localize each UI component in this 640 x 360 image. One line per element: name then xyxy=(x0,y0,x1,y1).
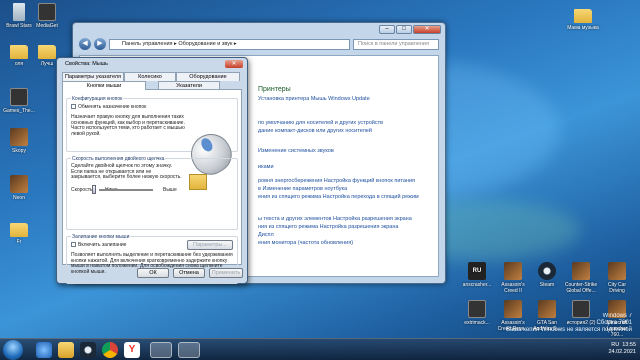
clicklock-checkbox[interactable]: Включить залипание xyxy=(71,242,126,248)
dialog-close-button[interactable]: ✕ xyxy=(225,60,243,68)
taskbar-yandex-icon[interactable]: Y xyxy=(124,342,140,358)
desktop-icon-counter-strike[interactable]: Counter-Strike Global Offe... xyxy=(564,262,598,294)
taskbar-mouse-icon[interactable] xyxy=(178,342,200,358)
link-row[interactable]: ы текста и других элементов Настройка ра… xyxy=(258,216,412,222)
dialog-title: Свойства: Мышь xyxy=(65,61,109,67)
game-icon xyxy=(572,262,590,280)
game-icon xyxy=(10,88,28,106)
link-row[interactable]: по умолчанию для носителей и других устр… xyxy=(258,120,383,126)
link-row[interactable]: иками xyxy=(258,164,274,170)
recycle-bin-icon xyxy=(13,3,25,21)
watermark-line: Windows 7 xyxy=(602,313,632,319)
folder-icon xyxy=(38,45,56,59)
maximize-button[interactable]: □ xyxy=(396,25,412,34)
date: 24.02.2021 xyxy=(608,349,636,355)
desktop-icon-games[interactable]: Games_The... xyxy=(2,88,36,114)
section-heading-printers[interactable]: Принтеры xyxy=(258,86,291,93)
swap-description: Назначает правую кнопку для выполнения т… xyxy=(71,114,185,137)
desktop-icon-skopy[interactable]: Skopy xyxy=(2,128,36,154)
desktop-icon-anscrasher[interactable]: RU anscrasher... xyxy=(460,262,494,288)
ok-button[interactable]: ОК xyxy=(137,268,169,278)
desktop-icon-mediaget[interactable]: MediaGet xyxy=(30,3,64,29)
folder-icon xyxy=(10,45,28,59)
folder-icon xyxy=(574,9,592,23)
clicklock-settings-button[interactable]: Параметры... xyxy=(187,240,233,250)
apply-button[interactable]: Применить xyxy=(209,268,243,278)
link-row[interactable]: ния из спящего режима Настройка разрешен… xyxy=(258,224,398,230)
forward-button[interactable]: ▶ xyxy=(94,38,106,50)
mouse-properties-dialog[interactable]: Свойства: Мышь ✕ Параметры указателя Кол… xyxy=(56,57,248,284)
desktop-icon-neon[interactable]: Neon xyxy=(2,175,36,201)
desktop-icon-mama-music[interactable]: Мама музыка xyxy=(566,6,600,31)
checkbox-label: Обменять назначение кнопок xyxy=(78,103,147,110)
double-click-description: Сделайте двойной щелчок по этому значку.… xyxy=(71,163,182,181)
link-row[interactable]: Изменение системных звуков xyxy=(258,148,334,154)
double-click-speed-slider[interactable] xyxy=(99,189,153,191)
game-icon xyxy=(504,262,522,280)
link-row[interactable]: Установка принтера Мышь Windows Update xyxy=(258,96,370,102)
game-icon xyxy=(10,128,28,146)
language-indicator[interactable]: RU xyxy=(611,342,619,348)
desktop-icon-fr[interactable]: Fr xyxy=(2,220,36,245)
watermark-line: Ваша копия Windows не является подлинной xyxy=(506,327,632,333)
tab-wheel[interactable]: Колесико xyxy=(124,72,176,81)
taskbar-steam-icon[interactable] xyxy=(80,342,96,358)
speed-high-label: Выше xyxy=(163,187,177,193)
taskbar-explorer-icon[interactable] xyxy=(58,342,74,358)
link-row[interactable]: Диспл xyxy=(258,232,274,238)
windows-watermark: Windows 7 Сборка 7601 Ваша копия Windows… xyxy=(506,313,632,334)
checkbox-label: Включить залипание xyxy=(78,241,127,248)
checkbox-box[interactable] xyxy=(71,242,76,247)
taskbar-chrome-icon[interactable] xyxy=(102,342,118,358)
search-input[interactable]: Поиск в панели управления xyxy=(353,38,439,50)
folder-icon xyxy=(10,223,28,237)
group-title: Конфигурация кнопок xyxy=(71,96,124,102)
desktop-icon-extrimack[interactable]: extrimack... xyxy=(460,300,494,326)
minimize-button[interactable]: – xyxy=(379,25,395,34)
app-icon xyxy=(468,300,486,318)
double-click-group: Скорость выполнения двойного щелчка Сдел… xyxy=(66,156,238,230)
close-button[interactable]: ✕ xyxy=(413,25,441,34)
rf-icon: RU xyxy=(468,262,486,280)
game-icon xyxy=(10,175,28,193)
tab-buttons[interactable]: Кнопки мыши xyxy=(62,81,146,90)
tab-pointer-options[interactable]: Параметры указателя xyxy=(62,72,124,81)
test-folder-icon[interactable] xyxy=(189,174,207,190)
desktop-icon-steam[interactable]: Steam xyxy=(530,262,564,288)
speed-label: Скорость: xyxy=(71,187,94,193)
link-row[interactable]: ения из спящего режима Настройка переход… xyxy=(258,194,419,200)
cancel-button[interactable]: Отмена xyxy=(173,268,205,278)
window-controls: – □ ✕ xyxy=(379,25,441,34)
link-row[interactable]: в Изменение параметров ноутбука xyxy=(258,186,347,192)
group-title: Скорость выполнения двойного щелчка xyxy=(71,156,166,162)
link-row[interactable]: ровня энергосбережения Настройка функций… xyxy=(258,178,415,184)
taskbar-ie-icon[interactable] xyxy=(36,342,52,358)
taskbar-control-panel-icon[interactable] xyxy=(150,342,172,358)
taskbar: Y RU 13:55 24.02.2021 xyxy=(0,338,640,360)
checkbox-box[interactable] xyxy=(71,104,76,109)
steam-icon xyxy=(538,262,556,280)
slider-thumb[interactable] xyxy=(92,185,96,194)
start-button[interactable] xyxy=(3,340,23,360)
desktop-icon-assassin-ii[interactable]: Assassin's Creed II xyxy=(496,262,530,294)
time: 13:55 xyxy=(622,342,636,348)
navigation-bar: ◀ ▶ Панель управления ▸ Оборудование и з… xyxy=(79,37,439,51)
swap-buttons-checkbox[interactable]: Обменять назначение кнопок xyxy=(71,104,146,110)
buttons-tab-panel: Конфигурация кнопок Обменять назначение … xyxy=(62,89,242,284)
game-icon xyxy=(608,262,626,280)
link-row[interactable]: дание компакт-дисков или других носителе… xyxy=(258,128,372,134)
tab-hardware[interactable]: Оборудование xyxy=(176,72,240,81)
watermark-line: Сборка 7601 xyxy=(596,320,632,326)
address-bar[interactable]: Панель управления ▸ Оборудование и звук … xyxy=(109,38,350,50)
back-button[interactable]: ◀ xyxy=(79,38,91,50)
system-tray: RU 13:55 24.02.2021 xyxy=(608,342,636,356)
desktop-icon-city-car[interactable]: City Car Driving xyxy=(600,262,634,294)
link-row[interactable]: ения монитора (частота обновления) xyxy=(258,240,353,246)
mediaget-icon xyxy=(38,3,56,21)
group-title: Залипание кнопки мыши xyxy=(71,234,131,240)
